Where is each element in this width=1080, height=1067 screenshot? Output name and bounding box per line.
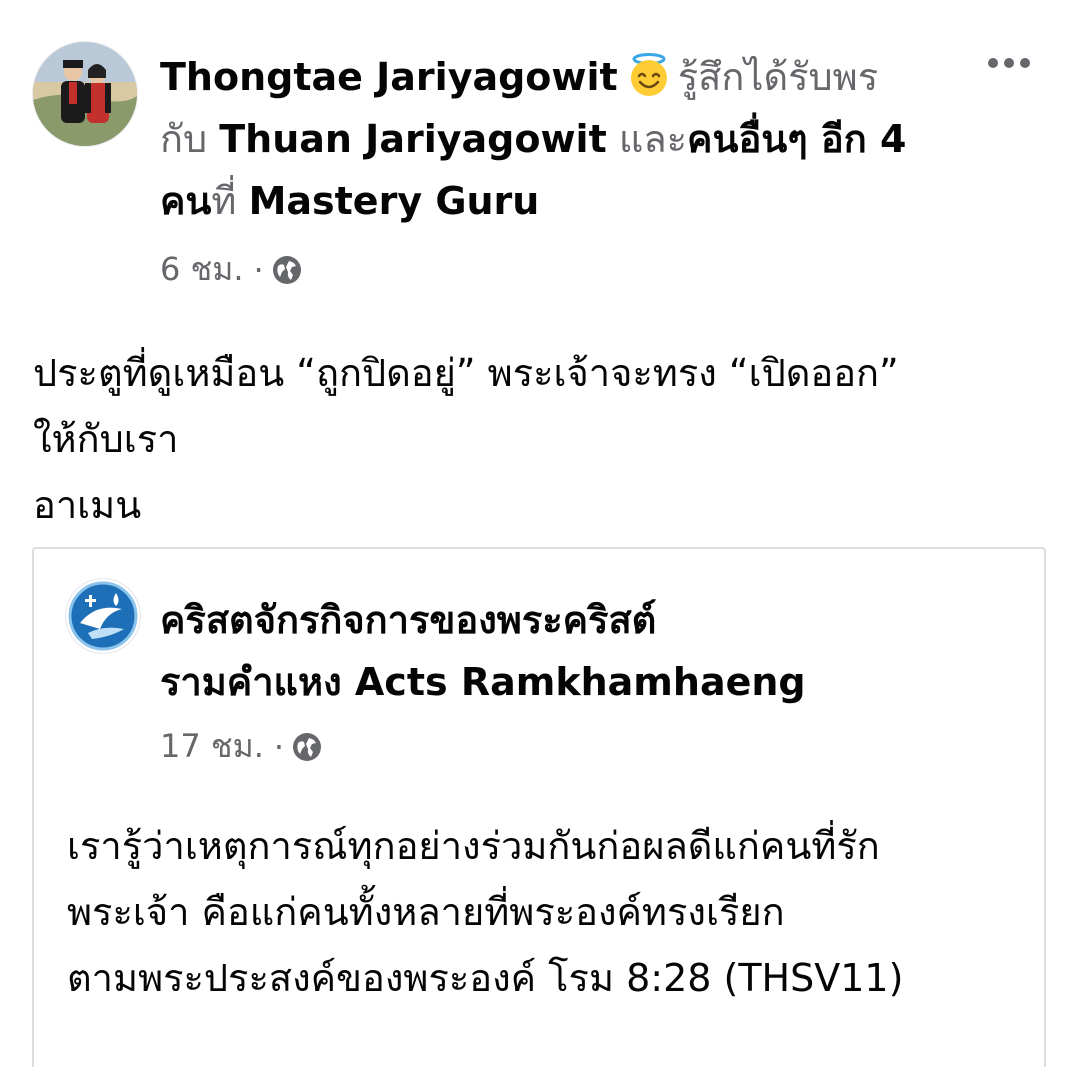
others-link[interactable]: คนอื่นๆ อีก 4: [687, 117, 906, 161]
and-word: และ: [618, 117, 688, 161]
page-name-line: คริสตจักรกิจการของพระคริสต์: [160, 598, 657, 642]
author-avatar[interactable]: [33, 42, 137, 146]
page-name[interactable]: คริสตจักรกิจการของพระคริสต์ รามคำแหง Act…: [160, 589, 1020, 713]
at-word: ที่: [211, 179, 237, 223]
more-dot: [1020, 58, 1030, 68]
post-body-line: ให้กับเรา: [33, 417, 179, 461]
shared-post-timestamp[interactable]: 17 ชม.: [160, 721, 264, 772]
smiling-face-with-halo-icon: [630, 53, 667, 96]
shared-post-card[interactable]: คริสตจักรกิจการของพระคริสต์ รามคำแหง Act…: [32, 547, 1046, 1067]
with-word: กับ: [160, 117, 208, 161]
others-link-suffix[interactable]: คน: [160, 179, 211, 223]
shared-post-body: เรารู้ว่าเหตุการณ์ทุกอย่างร่วมกันก่อผลดี…: [67, 813, 1027, 1011]
globe-icon[interactable]: [292, 732, 322, 762]
location-link[interactable]: Mastery Guru: [249, 179, 540, 223]
shared-body-line: ตามพระประสงค์ของพระองค์ โรม 8:28 (THSV11…: [67, 956, 904, 1000]
church-logo[interactable]: [66, 579, 140, 653]
meta-separator: ·: [253, 250, 264, 289]
post-body-line: อาเมน: [33, 483, 142, 527]
globe-icon[interactable]: [272, 255, 302, 285]
shared-body-line: เรารู้ว่าเหตุการณ์ทุกอย่างร่วมกันก่อผลดี…: [67, 824, 880, 868]
more-dot: [988, 58, 998, 68]
more-options-icon[interactable]: [988, 56, 1030, 70]
more-dot: [1004, 58, 1014, 68]
post-body-line: ประตูที่ดูเหมือน “ถูกปิดอยู่” พระเจ้าจะท…: [33, 351, 899, 395]
facebook-post: Thongtae Jariyagowit รู้สึกได้รับพรกับ T…: [0, 0, 1080, 1067]
tagged-person[interactable]: Thuan Jariyagowit: [219, 117, 607, 161]
post-meta: 6 ชม. ·: [160, 244, 302, 295]
post-body: ประตูที่ดูเหมือน “ถูกปิดอยู่” พระเจ้าจะท…: [33, 340, 1043, 538]
author-name[interactable]: Thongtae Jariyagowit: [160, 55, 618, 99]
meta-separator: ·: [273, 727, 285, 766]
shared-body-line: พระเจ้า คือแก่คนทั้งหลายที่พระองค์ทรงเรี…: [67, 890, 785, 934]
post-header: Thongtae Jariyagowit รู้สึกได้รับพรกับ T…: [160, 46, 980, 232]
feeling-text: รู้สึกได้รับพร: [677, 55, 879, 99]
shared-post-meta: 17 ชม. ·: [160, 721, 322, 772]
page-name-line: รามคำแหง Acts Ramkhamhaeng: [160, 660, 806, 704]
post-timestamp[interactable]: 6 ชม.: [160, 244, 244, 295]
